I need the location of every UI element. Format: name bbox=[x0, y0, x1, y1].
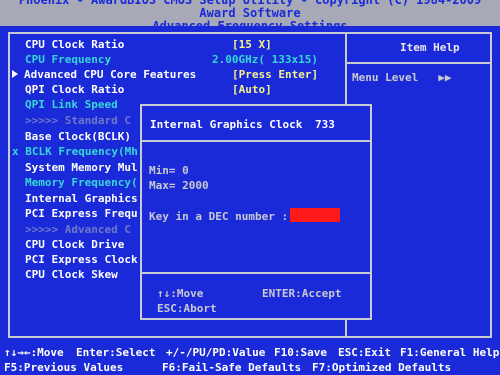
value-advanced-cpu-core[interactable]: [Press Enter] bbox=[232, 68, 318, 81]
locked-marker: x bbox=[12, 145, 19, 158]
legend-select: Enter:Select bbox=[76, 346, 156, 359]
dialog-prompt: Key in a DEC number : bbox=[149, 210, 289, 223]
submenu-arrow-icon bbox=[12, 70, 18, 78]
menu-level-arrows-icon: ▶▶ bbox=[438, 71, 452, 84]
dialog-bottom-separator bbox=[142, 272, 370, 274]
legend-value: +/-/PU/PD:Value bbox=[166, 346, 266, 359]
key-legend: ↑↓→←:Move Enter:Select +/-/PU/PD:Value F… bbox=[0, 344, 500, 375]
dialog-max: Max= 2000 bbox=[149, 179, 209, 192]
dialog-min: Min= 0 bbox=[149, 164, 189, 177]
menu-item-pci-express-frequency[interactable]: PCI Express Frequ bbox=[25, 207, 138, 220]
legend-exit: ESC:Exit bbox=[338, 346, 391, 359]
menu-level-label: Menu Level bbox=[352, 71, 419, 84]
dialog-top-separator bbox=[142, 140, 370, 142]
menu-item-cpu-clock-ratio[interactable]: CPU Clock Ratio bbox=[25, 38, 124, 51]
value-qpi-clock-ratio[interactable]: [Auto] bbox=[232, 83, 272, 96]
menu-item-system-memory-multiplier[interactable]: System Memory Mul bbox=[25, 161, 138, 174]
title-bar: Phoenix - AwardBIOS CMOS Setup Utility -… bbox=[0, 0, 500, 33]
bios-screen: Phoenix - AwardBIOS CMOS Setup Utility -… bbox=[0, 0, 500, 375]
section-standard-clock: >>>>> Standard C bbox=[25, 114, 131, 127]
legend-optimized: F7:Optimized Defaults bbox=[312, 361, 452, 374]
item-help-title: Item Help bbox=[400, 41, 460, 54]
menu-item-cpu-clock-skew[interactable]: CPU Clock Skew bbox=[25, 268, 118, 281]
legend-failsafe: F6:Fail-Safe Defaults bbox=[162, 361, 302, 374]
menu-level: Menu Level ▶▶ bbox=[352, 71, 451, 84]
dec-number-input[interactable] bbox=[290, 208, 340, 222]
legend-previous: F5:Previous Values bbox=[4, 361, 124, 374]
dialog-nav-abort: ESC:Abort bbox=[157, 302, 217, 315]
utility-header: Phoenix - AwardBIOS CMOS Setup Utility -… bbox=[18, 0, 482, 20]
dialog-nav-accept: ENTER:Accept bbox=[262, 287, 342, 300]
menu-item-bclk-frequency: x BCLK Frequency(Mh bbox=[12, 145, 138, 158]
menu-item-qpi-clock-ratio[interactable]: QPI Clock Ratio bbox=[25, 83, 124, 96]
menu-item-cpu-clock-drive[interactable]: CPU Clock Drive bbox=[25, 238, 124, 251]
menu-item-advanced-cpu-core[interactable]: Advanced CPU Core Features bbox=[12, 68, 196, 81]
value-cpu-frequency: 2.00GHz( 133x15) bbox=[212, 53, 318, 66]
dialog-title: Internal Graphics Clock bbox=[150, 118, 303, 131]
legend-move: ↑↓→←:Move bbox=[4, 346, 64, 359]
menu-item-internal-graphics[interactable]: Internal Graphics bbox=[25, 192, 138, 205]
section-advanced-clock: >>>>> Advanced C bbox=[25, 223, 131, 236]
help-separator bbox=[347, 62, 492, 64]
menu-item-qpi-link-speed: QPI Link Speed bbox=[25, 98, 118, 111]
legend-save: F10:Save bbox=[274, 346, 327, 359]
dialog-nav-move: ↑↓:Move bbox=[157, 287, 204, 300]
legend-help: F1:General Help bbox=[400, 346, 500, 359]
internal-graphics-clock-dialog: Internal Graphics Clock 733 Min= 0 Max= … bbox=[140, 104, 372, 320]
value-cpu-clock-ratio[interactable]: [15 X] bbox=[232, 38, 272, 51]
menu-item-pci-express-clock[interactable]: PCI Express Clock bbox=[25, 253, 138, 266]
menu-item-cpu-frequency: CPU Frequency bbox=[25, 53, 112, 66]
menu-item-base-clock[interactable]: Base Clock(BCLK) bbox=[25, 130, 131, 143]
dialog-current-value: 733 bbox=[315, 118, 335, 131]
menu-item-memory-frequency: Memory Frequency( bbox=[25, 176, 138, 189]
